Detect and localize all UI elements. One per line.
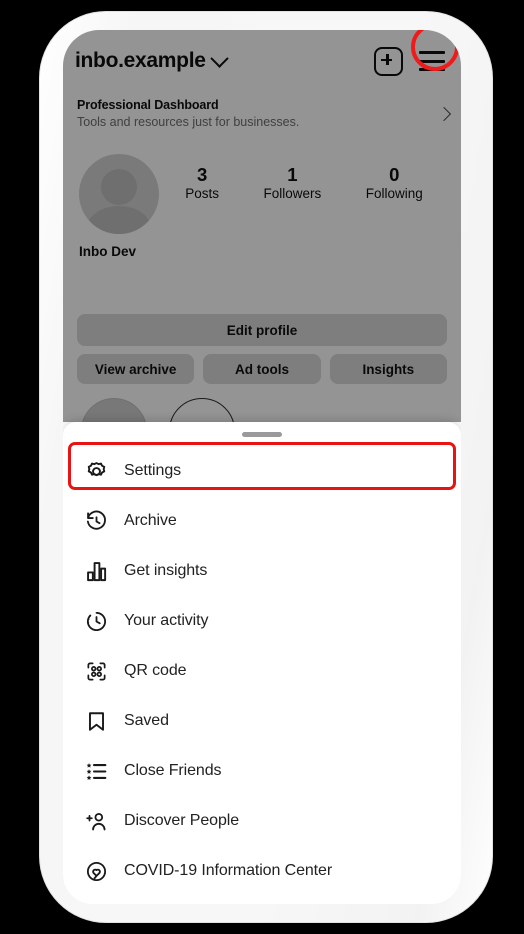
drag-handle[interactable] [242,432,282,437]
menu-item-label: Saved [124,712,169,729]
archive-clock-icon [81,506,111,536]
star-list-icon [81,756,111,786]
gear-icon [81,456,111,486]
menu-item-label: Archive [124,512,177,529]
bookmark-icon [81,706,111,736]
menu-item-get-insights[interactable]: Get insights [63,546,461,596]
qr-code-icon [81,656,111,686]
menu-item-your-activity[interactable]: Your activity [63,596,461,646]
menu-item-qr-code[interactable]: QR code [63,646,461,696]
menu-item-label: Get insights [124,562,208,579]
phone-screen: inbo.example Professional Dashboard Tool… [63,30,461,904]
menu-item-label: Discover People [124,812,240,829]
add-person-icon [81,806,111,836]
menu-list: Settings Archive Get insights Your activ… [63,446,461,896]
menu-item-label: COVID-19 Information Center [124,862,333,879]
menu-item-label: Settings [124,462,182,479]
bar-chart-icon [81,556,111,586]
menu-item-covid-information-center[interactable]: COVID-19 Information Center [63,846,461,896]
activity-clock-icon [81,606,111,636]
menu-item-close-friends[interactable]: Close Friends [63,746,461,796]
dim-overlay [63,30,461,422]
menu-item-label: Your activity [124,612,209,629]
menu-item-archive[interactable]: Archive [63,496,461,546]
heart-shield-icon [81,856,111,886]
menu-item-settings[interactable]: Settings [63,446,461,496]
screenshot-stage: inbo.example Professional Dashboard Tool… [0,0,524,934]
menu-item-label: QR code [124,662,187,679]
menu-item-label: Close Friends [124,762,222,779]
menu-bottom-sheet: Settings Archive Get insights Your activ… [63,422,461,904]
menu-item-saved[interactable]: Saved [63,696,461,746]
menu-item-discover-people[interactable]: Discover People [63,796,461,846]
